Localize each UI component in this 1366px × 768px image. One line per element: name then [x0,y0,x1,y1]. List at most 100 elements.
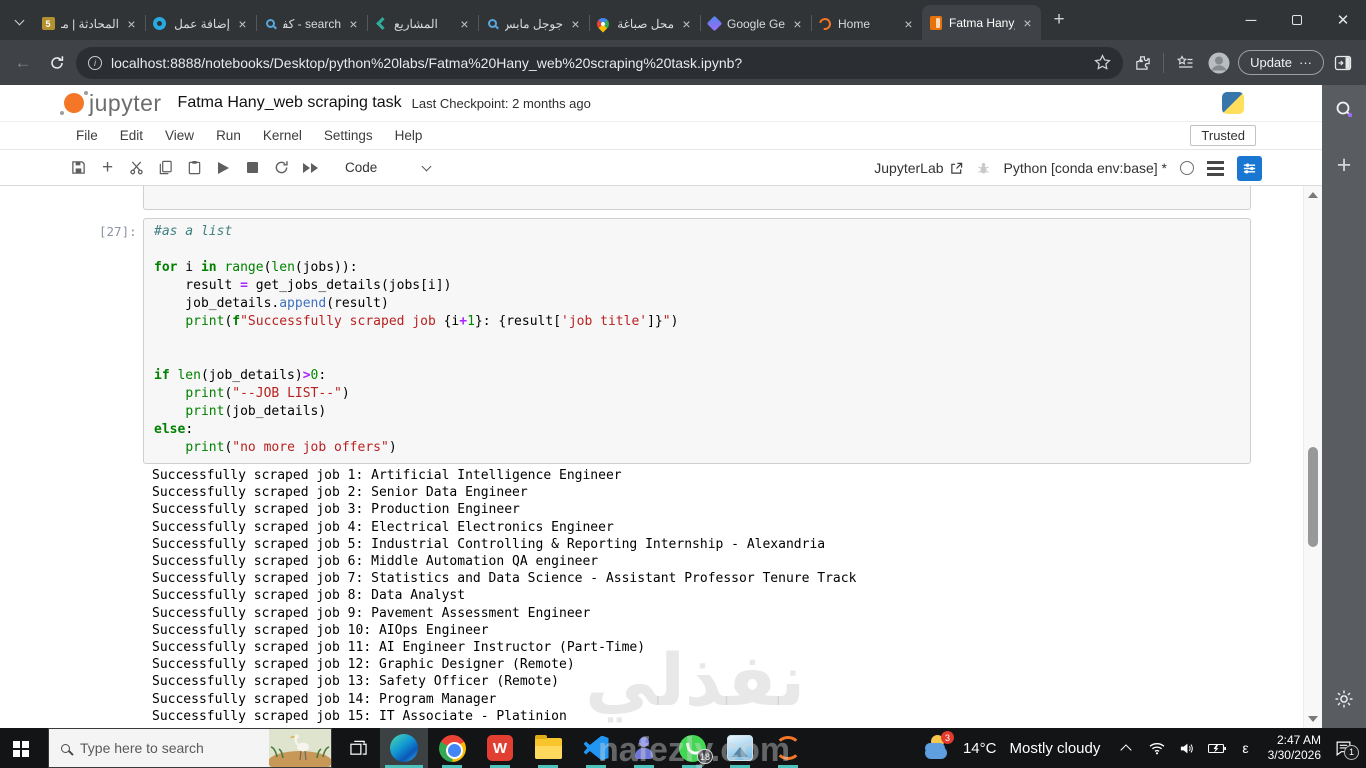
volume-button[interactable] [1179,742,1194,755]
output-line: Successfully scraped job 5: Industrial C… [152,536,826,552]
browser-tab-teal-bracket[interactable]: المشاريع × [367,7,478,40]
restart-run-all-button[interactable] [302,159,319,176]
tab-close-icon[interactable]: × [457,16,472,32]
notebook-title[interactable]: Fatma Hany_web scraping task [178,94,402,112]
tab-close-icon[interactable]: × [790,16,805,32]
update-button[interactable]: Update ··· [1238,50,1324,75]
taskbar-app-edge[interactable] [380,728,428,768]
interrupt-kernel-button[interactable] [244,159,261,176]
scrollbar-thumb[interactable] [1308,447,1318,547]
taskbar-app-whatsapp[interactable]: 18 [668,728,716,768]
system-tray: 3 14°C Mostly cloudy ε 2:47 AM 3/30/2026 [912,728,1366,768]
extensions-button[interactable] [1127,48,1157,78]
restart-icon [275,161,288,174]
sidebar-panel-icon [1334,55,1352,70]
close-button[interactable]: ✕ [1320,0,1366,40]
search-highlight-image[interactable] [268,729,332,768]
run-cell-button[interactable] [215,159,232,176]
hidden-icons-chevron[interactable] [1120,744,1133,756]
taskbar-app-explorer[interactable] [524,728,572,768]
browser-tab-gemini[interactable]: Google Gem × [700,7,811,40]
weather-badge: 3 [940,731,954,744]
browser-tab-badge5[interactable]: 5 المحادثة | مرك × [34,7,145,40]
sidebar-toggle-button[interactable] [1328,48,1358,78]
maximize-button[interactable] [1274,0,1320,40]
edge-sidebar-rail: + [1322,85,1366,728]
weather-widget[interactable]: 3 14°C Mostly cloudy [912,731,1110,762]
code-cell[interactable]: #as a list for i in range(len(jobs)): re… [143,218,1251,464]
menu-item-help[interactable]: Help [395,128,423,143]
task-view-button[interactable] [338,728,378,768]
menu-item-edit[interactable]: Edit [120,128,143,143]
cell-type-value: Code [345,160,378,175]
taskbar-app-jupyter[interactable] [764,728,812,768]
start-button[interactable] [0,728,48,768]
debugger-bug-icon[interactable] [976,161,991,176]
menu-item-view[interactable]: View [165,128,194,143]
trusted-button[interactable]: Trusted [1190,125,1256,146]
profile-avatar[interactable] [1204,48,1234,78]
refresh-button[interactable] [42,48,72,78]
notifications-menu-icon[interactable] [1207,160,1224,176]
url-text[interactable]: localhost:8888/notebooks/Desktop/python%… [111,55,1085,71]
battery-button[interactable] [1208,743,1227,754]
minimize-button[interactable]: ─ [1228,0,1274,40]
language-indicator[interactable]: ε [1242,740,1248,756]
notification-center-button[interactable]: 1 [1335,741,1359,760]
copy-cell-button[interactable] [157,159,174,176]
sidebar-add-button[interactable]: + [1337,153,1352,178]
tab-close-icon[interactable]: × [901,16,916,32]
url-bar[interactable]: i localhost:8888/notebooks/Desktop/pytho… [76,46,1124,79]
taskbar-app-chrome[interactable] [428,728,476,768]
code-area[interactable]: #as a list for i in range(len(jobs)): re… [154,223,1242,457]
tab-close-icon[interactable]: × [346,16,361,32]
taskbar-search-box[interactable]: Type here to search [48,728,332,768]
taskbar-clock[interactable]: 2:47 AM 3/30/2026 [1268,733,1321,763]
tab-close-icon[interactable]: × [568,16,583,32]
tab-close-icon[interactable]: × [235,16,250,32]
wifi-button[interactable] [1149,742,1165,755]
kernel-name[interactable]: Python [conda env:base] * [1004,160,1167,176]
taskbar-app-vscode[interactable] [572,728,620,768]
save-button[interactable] [70,159,87,176]
menu-item-kernel[interactable]: Kernel [263,128,302,143]
menu-item-run[interactable]: Run [216,128,241,143]
scroll-up-arrow-icon[interactable] [1308,192,1318,198]
back-button[interactable]: ← [8,48,38,78]
search-icon [1336,101,1353,118]
scroll-down-arrow-icon[interactable] [1308,716,1318,722]
new-tab-button[interactable]: + [1045,6,1073,34]
jupyter-logo[interactable]: jupyter [60,90,162,117]
sidebar-search-button[interactable] [1334,99,1354,124]
taskbar-app-teams[interactable] [620,728,668,768]
cell-type-dropdown[interactable]: Code [345,160,432,175]
tab-close-icon[interactable]: × [124,16,139,32]
sidebar-settings-button[interactable] [1334,689,1354,714]
browser-tab-magnifier[interactable]: search - كفيل × [256,7,367,40]
taskbar-app-word[interactable]: W [476,728,524,768]
tab-close-icon[interactable]: × [1020,15,1035,31]
browser-tab-notebook[interactable]: Fatma Hany_ × [922,5,1041,40]
page-scrollbar[interactable] [1303,186,1322,728]
settings-sliders-button[interactable] [1237,155,1262,181]
open-jupyterlab-link[interactable]: JupyterLab [874,160,962,176]
browser-tab-magnifier[interactable]: جوجل مابس - × [478,7,589,40]
taskbar-app-photos[interactable] [716,728,764,768]
tab-close-icon[interactable]: × [679,16,694,32]
menu-item-settings[interactable]: Settings [324,128,373,143]
cut-cell-button[interactable] [128,159,145,176]
favorite-star-icon[interactable] [1094,54,1111,71]
add-cell-button[interactable]: + [99,158,116,177]
site-info-icon[interactable]: i [88,55,102,70]
tab-search-button[interactable] [6,8,32,36]
browser-tab-maps-pin[interactable]: محل صباغة - × [589,7,700,40]
browser-tab-blue-dot[interactable]: إضافة عمل ج × [145,7,256,40]
task-view-icon [349,740,367,755]
watermark-arabic: نفذلي [585,638,806,722]
menu-item-file[interactable]: File [76,128,98,143]
browser-tab-jupyter-spinner[interactable]: Home × [811,7,922,40]
restart-kernel-button[interactable] [273,159,290,176]
paste-cell-button[interactable] [186,159,203,176]
collections-button[interactable] [1170,48,1200,78]
previous-cell-partial[interactable] [143,186,1251,210]
